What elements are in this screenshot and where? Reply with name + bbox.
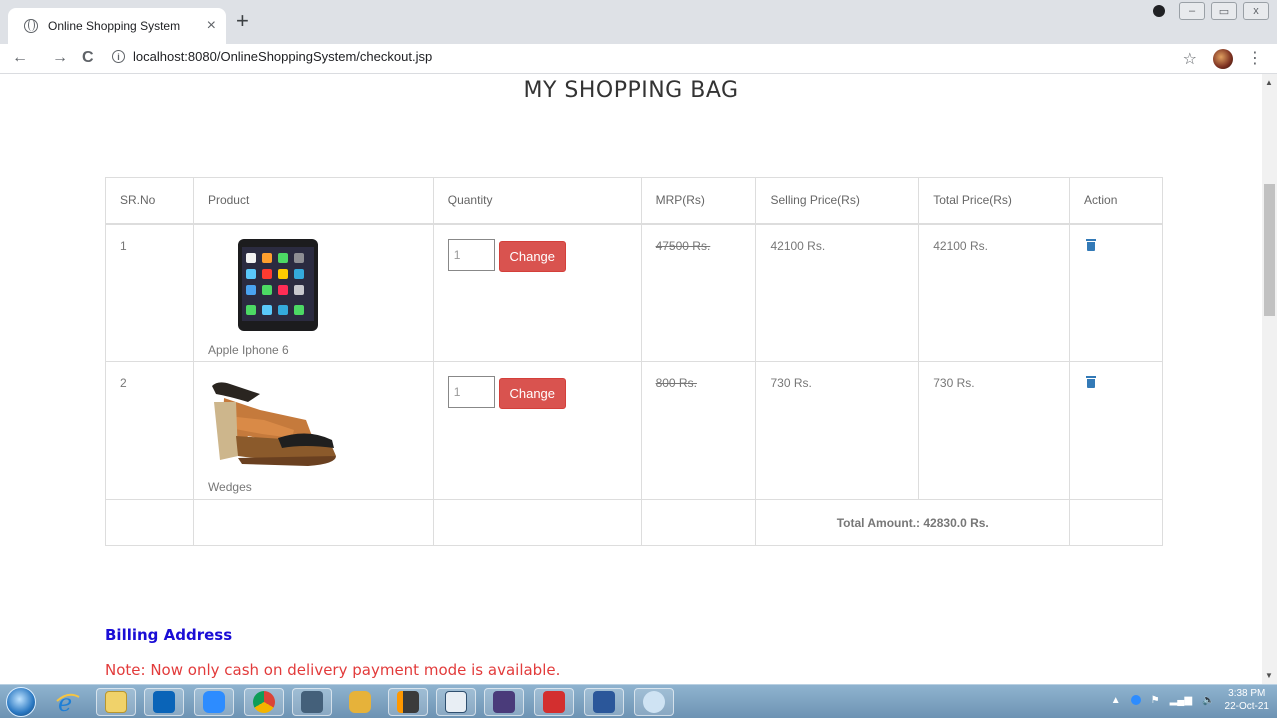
close-window-button[interactable]: x [1243, 2, 1269, 20]
billing-address-heading: Billing Address [105, 626, 233, 644]
browser-menu-icon[interactable]: ⋮ [1247, 48, 1263, 68]
empty-cell [105, 499, 194, 546]
address-bar: ← → C i localhost:8080/OnlineShoppingSys… [0, 44, 1277, 74]
globe-icon [24, 19, 38, 33]
bookmark-star-icon[interactable]: ☆ [1183, 49, 1197, 69]
table-header-row: SR.No Product Quantity MRP(Rs) Selling P… [105, 177, 1163, 225]
show-hidden-icons-icon[interactable]: ▲ [1111, 695, 1121, 706]
forward-button[interactable]: → [52, 49, 68, 67]
browser-tab-strip: Online Shopping System × + – ▭ x [0, 0, 1277, 44]
empty-cell [432, 499, 642, 546]
word-icon[interactable] [584, 688, 624, 716]
svg-text:e: e [58, 689, 72, 715]
window-app-icon[interactable] [436, 688, 476, 716]
mrp-value: 47500 Rs. [640, 223, 757, 362]
total-price-value: 42100 Rs. [918, 223, 1071, 362]
page-title: MY SHOPPING BAG [523, 78, 739, 103]
tab-title: Online Shopping System [48, 19, 181, 33]
profile-avatar[interactable] [1213, 49, 1233, 69]
change-quantity-button[interactable]: Change [498, 378, 566, 409]
clock-time: 3:38 PM [1228, 688, 1266, 699]
action-cell [1069, 223, 1163, 362]
column-header-quantity: Quantity [432, 177, 642, 225]
action-center-flag-icon[interactable]: ⚑ [1151, 695, 1160, 706]
quantity-input[interactable] [447, 238, 495, 271]
url-field[interactable]: i localhost:8080/OnlineShoppingSystem/ch… [112, 49, 432, 64]
info-icon[interactable]: i [112, 50, 125, 63]
quantity-cell: Change [432, 361, 642, 500]
tab-close-icon[interactable]: × [207, 17, 216, 35]
change-quantity-button[interactable]: Change [498, 240, 566, 272]
action-cell [1069, 361, 1163, 500]
back-button[interactable]: ← [12, 49, 28, 67]
acrobat-icon[interactable] [534, 688, 574, 716]
trash-icon[interactable] [1086, 376, 1097, 388]
page-scrollbar[interactable]: ▲ ▼ [1262, 74, 1277, 684]
system-tray: ▲ ⚑ ▂▄▆ 🔈 3:38 PM 22-Oct-21 [1111, 687, 1269, 713]
zoom-tray-icon[interactable] [1130, 695, 1141, 705]
mysql-workbench-icon[interactable] [292, 688, 332, 716]
quantity-cell: Change [432, 223, 642, 362]
internet-explorer-icon[interactable]: e [48, 688, 88, 716]
cart-table: SR.No Product Quantity MRP(Rs) Selling P… [105, 177, 1163, 546]
total-price-value: 730 Rs. [918, 361, 1071, 500]
mrp-value: 800 Rs. [640, 361, 757, 500]
start-button[interactable] [6, 687, 36, 717]
file-explorer-icon[interactable] [96, 688, 136, 716]
network-signal-icon[interactable]: ▂▄▆ [1170, 695, 1192, 706]
column-header-mrp: MRP(Rs) [640, 177, 757, 225]
java-ee-ide-icon[interactable] [484, 688, 524, 716]
taskbar-clock[interactable]: 3:38 PM 22-Oct-21 [1225, 687, 1269, 713]
product-cell: Wedges [192, 361, 434, 500]
minimize-button[interactable]: – [1179, 2, 1205, 20]
column-header-action: Action [1069, 177, 1163, 225]
empty-cell [640, 499, 757, 546]
product-name: Wedges [207, 480, 252, 494]
windows-taskbar: e ▲ ⚑ ▂▄▆ 🔈 3:38 PM 22-Oct-21 [0, 684, 1277, 718]
sublime-text-icon[interactable] [388, 688, 428, 716]
total-amount: Total Amount.: 42830.0 Rs. [755, 499, 1071, 546]
zoom-icon[interactable] [194, 688, 234, 716]
scroll-down-arrow-icon[interactable]: ▼ [1265, 671, 1273, 680]
payment-note: Note: Now only cash on delivery payment … [105, 661, 561, 679]
lock-app-icon[interactable] [340, 688, 380, 716]
new-tab-button[interactable]: + [236, 10, 249, 32]
selling-price-value: 42100 Rs. [755, 223, 920, 362]
selling-price-value: 730 Rs. [755, 361, 920, 500]
table-row: 1 Apple Iphone 6 1 Change 47500 Rs. 4210… [105, 223, 1163, 362]
chrome-icon[interactable] [244, 688, 284, 716]
product-image-wedges [208, 376, 348, 474]
url-text: localhost:8080/OnlineShoppingSystem/chec… [133, 49, 433, 64]
trash-icon[interactable] [1086, 238, 1097, 251]
browser-tab[interactable]: Online Shopping System × [8, 8, 226, 44]
volume-icon[interactable]: 🔈 [1202, 695, 1214, 706]
paint-icon[interactable] [634, 688, 674, 716]
column-header-selling-price: Selling Price(Rs) [755, 177, 920, 225]
table-row: 2 Wedges 1 Change 800 Rs. 730 Rs. 730 Rs… [105, 361, 1163, 500]
window-controls: – ▭ x [1153, 2, 1269, 20]
sr-no: 2 [105, 361, 194, 500]
sr-no: 1 [105, 223, 194, 362]
column-header-total-price: Total Price(Rs) [918, 177, 1071, 225]
maximize-button[interactable]: ▭ [1211, 2, 1237, 20]
column-header-product: Product [192, 177, 434, 225]
scroll-up-arrow-icon[interactable]: ▲ [1265, 78, 1273, 87]
column-header-srno: SR.No [105, 177, 194, 225]
quantity-input[interactable] [447, 376, 495, 408]
product-cell: Apple Iphone 6 [192, 223, 434, 362]
scrollbar-thumb[interactable] [1264, 184, 1275, 316]
product-image-iphone [208, 238, 348, 337]
page-content: MY SHOPPING BAG SR.No Product Quantity M… [0, 74, 1262, 684]
empty-cell [192, 499, 434, 546]
empty-cell [1069, 499, 1163, 546]
reload-button[interactable]: C [82, 49, 94, 67]
clock-date: 22-Oct-21 [1224, 701, 1269, 712]
outlook-icon[interactable] [144, 688, 184, 716]
record-indicator-icon [1153, 5, 1165, 17]
product-name: Apple Iphone 6 [207, 342, 289, 357]
total-row: Total Amount.: 42830.0 Rs. [105, 499, 1163, 546]
